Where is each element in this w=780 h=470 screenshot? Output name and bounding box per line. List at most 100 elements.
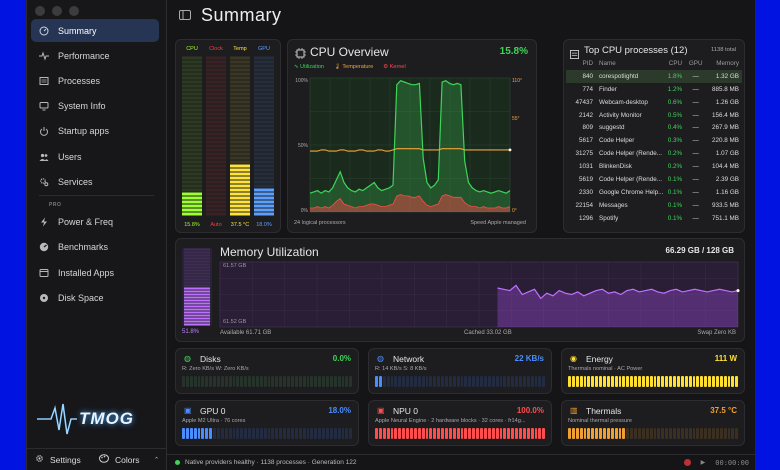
gpu-icon: ▣	[184, 406, 192, 415]
sidebar-item-processes[interactable]: Processes	[31, 69, 159, 92]
bar-segment	[618, 376, 622, 387]
table-row[interactable]: 5619 Code Helper (Rende... 0.1% — 2.39 GB	[566, 173, 742, 186]
table-row[interactable]: 2142 Activity Monitor 0.5% — 156.4 MB	[566, 109, 742, 122]
gpu-card[interactable]: ▣ GPU 0 18.0% Apple M2 Ultra · 76 cores	[175, 400, 359, 446]
bar-segment	[345, 428, 349, 439]
column-header-gpu[interactable]: GPU	[685, 57, 706, 70]
record-icon[interactable]	[683, 459, 691, 466]
meter-segment	[182, 60, 202, 64]
network-card[interactable]: ◍ Network 22 KB/s R: 14 KB/s S: 8 KB/s	[368, 348, 552, 394]
meter-segment	[230, 108, 250, 112]
meter-segment	[230, 80, 250, 84]
sidebar-item-label: Startup apps	[58, 125, 110, 136]
table-row[interactable]: 774 Finder 1.2% — 885.8 MB	[566, 83, 742, 96]
play-icon[interactable]: ▶	[701, 459, 706, 466]
cell-cpu: 0.6%	[667, 98, 683, 106]
cpu-footer-left: 24 logical processors	[294, 220, 346, 226]
energy-card[interactable]: ◉ Energy 111 W Thermals nominal · AC Power	[561, 348, 745, 394]
bar-segment	[606, 376, 610, 387]
meter-segment	[254, 152, 274, 156]
bar-segment	[425, 376, 429, 387]
table-row[interactable]: 2330 Google Chrome Help... 0.1% — 1.16 GB	[566, 186, 742, 199]
bar-segment	[661, 428, 665, 439]
bar-segment	[483, 428, 487, 439]
table-row[interactable]: 22154 Messages 0.1% — 933.5 MB	[566, 199, 742, 212]
column-header-memory[interactable]: Memory	[706, 57, 742, 70]
bar-segment	[711, 376, 715, 387]
sidebar-item-disk-space[interactable]: Disk Space	[31, 286, 159, 309]
memory-swap: Swap Zero KB	[697, 330, 736, 336]
meter-segment	[182, 108, 202, 112]
bar-segment	[386, 428, 390, 439]
meter-segment	[230, 88, 250, 92]
bar-segment	[538, 376, 542, 387]
sidebar-item-performance[interactable]: Performance	[31, 44, 159, 67]
table-row[interactable]: 5617 Code Helper 0.3% — 220.8 MB	[566, 134, 742, 147]
sidebar-item-users[interactable]: Users	[31, 145, 159, 168]
settings-button[interactable]: Settings	[35, 454, 99, 465]
speedometer-icon	[39, 242, 49, 252]
table-row[interactable]: 47437 Webcam-desktop 0.6% — 1.26 GB	[566, 96, 742, 109]
column-header-cpu[interactable]: CPU	[663, 57, 685, 70]
meter-segment	[182, 104, 202, 108]
bar-segment	[279, 428, 283, 439]
meter-label-0: CPU	[186, 46, 198, 52]
sidebar-toggle-icon[interactable]	[179, 7, 191, 25]
bar-segment	[630, 428, 634, 439]
bar-segment	[641, 376, 645, 387]
cell-cpu: 1.2%	[667, 85, 683, 93]
bar-segment	[386, 376, 390, 387]
close-window-button[interactable]	[35, 6, 45, 16]
bar-segment	[460, 376, 464, 387]
meter-segment	[182, 64, 202, 68]
bar-segment	[448, 376, 452, 387]
table-row[interactable]: 840 corespotlightd 1.8% — 1.32 GB	[566, 69, 742, 83]
meter-value-2: 37.5 °C	[231, 222, 249, 228]
table-row[interactable]: 1296 Spotify 0.1% — 751.1 MB	[566, 212, 742, 225]
bar-segment	[599, 376, 603, 387]
thermals-card[interactable]: ▥ Thermals 37.5 °C Nominal thermal pressure	[561, 400, 745, 446]
bar-segment	[700, 428, 704, 439]
bar-segment	[193, 376, 197, 387]
minimize-window-button[interactable]	[52, 6, 62, 16]
sidebar-item-installed-apps[interactable]: Installed Apps	[31, 261, 159, 284]
sidebar-item-startup-apps[interactable]: Startup apps	[31, 119, 159, 142]
bar-segment	[456, 428, 460, 439]
meter-segment	[230, 196, 250, 200]
disks-card[interactable]: ◍ Disks 0.0% R: Zero KB/s W: Zero KB/s	[175, 348, 359, 394]
meter-segment	[230, 204, 250, 208]
meter-segment	[182, 124, 202, 128]
cell-cpu: 0.1%	[667, 214, 683, 222]
bar-segment	[483, 376, 487, 387]
npu-card[interactable]: ▣ NPU 0 100.0% Apple Neural Engine · 2 hard…	[368, 400, 552, 446]
bar-segment	[325, 428, 329, 439]
column-header-pid[interactable]: PID	[566, 57, 596, 70]
table-row[interactable]: 31275 Code Helper (Rende... 0.2% — 1.07 GB	[566, 147, 742, 160]
bar-segment	[341, 428, 345, 439]
table-row[interactable]: 1031 BlinkenDisk 0.2% — 104.4 MB	[566, 160, 742, 173]
sidebar-item-benchmarks[interactable]: Benchmarks	[31, 235, 159, 258]
bar-segment	[322, 376, 325, 387]
bar-segment	[518, 428, 522, 439]
meter-segment	[182, 172, 202, 176]
bar-segment	[322, 428, 325, 439]
bar-segment	[568, 376, 571, 387]
meter-segment	[206, 124, 226, 128]
bar-segment	[263, 428, 267, 439]
sidebar-item-system-info[interactable]: System Info	[31, 94, 159, 117]
sidebar-item-summary[interactable]: Summary	[31, 19, 159, 42]
bar-segment	[298, 376, 302, 387]
bar-segment	[275, 428, 279, 439]
meter-segment	[254, 92, 274, 96]
colors-button[interactable]: Colors ⌃	[99, 454, 163, 465]
bar-segment	[515, 376, 518, 387]
meter-segment	[182, 144, 202, 148]
zoom-window-button[interactable]	[69, 6, 79, 16]
sidebar-item-services[interactable]: Services	[31, 170, 159, 193]
sidebar-item-label: Summary	[58, 25, 97, 36]
bar-segment	[437, 376, 441, 387]
table-row[interactable]: 809 suggestd 0.4% — 267.9 MB	[566, 121, 742, 134]
sidebar-item-power-freq[interactable]: Power & Freq	[31, 210, 159, 233]
column-header-name[interactable]: Name	[596, 57, 663, 70]
bar-segment	[433, 428, 437, 439]
